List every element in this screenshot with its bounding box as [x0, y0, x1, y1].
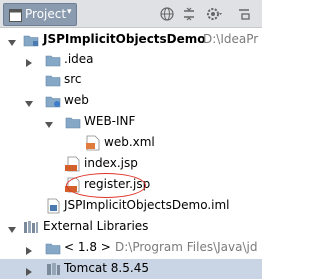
- idea-label: .idea: [64, 52, 94, 66]
- tomcat-label: Tomcat 8.5.45: [64, 261, 149, 275]
- tree-row-jdk[interactable]: < 1.8 > D:\Program Files\Java\jd: [0, 238, 262, 258]
- tree-row-webxml[interactable]: web.xml: [0, 133, 262, 153]
- tree-row-project-root[interactable]: JSPImplicitObjectsDemo D:\IdeaPr: [0, 30, 262, 50]
- collapsed-arrow-icon[interactable]: [25, 244, 33, 255]
- tree-row-index[interactable]: index.jsp: [0, 154, 262, 174]
- annotation-circle: [66, 173, 146, 198]
- external-libraries-label: External Libraries: [43, 219, 149, 233]
- tree-row-idea[interactable]: .idea: [0, 50, 262, 70]
- globe-icon[interactable]: [158, 5, 176, 23]
- dropdown-caret-icon[interactable]: ▾: [67, 7, 72, 17]
- project-root-label: JSPImplicitObjectsDemo: [43, 32, 206, 46]
- expanded-arrow-icon[interactable]: [8, 223, 16, 233]
- tree-row-webinf[interactable]: WEB-INF: [0, 112, 262, 132]
- project-tab[interactable]: Project ▾: [3, 3, 77, 26]
- library-jar-icon: [45, 261, 61, 277]
- webinf-label: WEB-INF: [84, 114, 136, 128]
- web-folder-icon: [45, 93, 61, 109]
- module-folder-icon: [23, 32, 39, 48]
- project-tab-label: Project: [25, 7, 67, 21]
- index-jsp-label: index.jsp: [84, 156, 138, 170]
- iml-label: JSPImplicitObjectsDemo.iml: [64, 198, 230, 212]
- webxml-label: web.xml: [104, 135, 155, 149]
- jdk-label: < 1.8 >: [64, 240, 111, 254]
- project-window-icon: [9, 9, 22, 25]
- jdk-folder-icon: [45, 240, 61, 256]
- expanded-arrow-icon[interactable]: [45, 118, 53, 128]
- expanded-arrow-icon[interactable]: [8, 36, 16, 46]
- tree-row-external-libraries[interactable]: External Libraries: [0, 217, 262, 237]
- web-label: web: [64, 93, 89, 107]
- jsp-file-icon: [65, 156, 81, 172]
- collapse-icon[interactable]: [180, 5, 198, 23]
- project-toolbar: Project ▾: [0, 0, 262, 28]
- xml-file-icon: [85, 135, 101, 151]
- src-label: src: [64, 72, 82, 86]
- iml-file-icon: [45, 198, 61, 214]
- expanded-arrow-icon[interactable]: [25, 97, 33, 107]
- tree-row-tomcat[interactable]: Tomcat 8.5.45: [0, 259, 262, 279]
- project-root-path: D:\IdeaPr: [203, 32, 259, 46]
- hide-icon[interactable]: [235, 5, 253, 23]
- folder-icon: [65, 114, 81, 130]
- collapsed-arrow-icon[interactable]: [25, 265, 33, 276]
- folder-icon: [45, 72, 61, 88]
- jdk-path: D:\Program Files\Java\jd: [115, 240, 258, 254]
- tree-row-iml[interactable]: JSPImplicitObjectsDemo.iml: [0, 196, 262, 216]
- folder-icon: [45, 52, 61, 68]
- settings-icon[interactable]: [205, 5, 223, 23]
- libraries-icon: [23, 219, 39, 235]
- tree-row-src[interactable]: src: [0, 70, 262, 90]
- tree-row-web[interactable]: web: [0, 91, 262, 111]
- collapsed-arrow-icon[interactable]: [25, 56, 33, 67]
